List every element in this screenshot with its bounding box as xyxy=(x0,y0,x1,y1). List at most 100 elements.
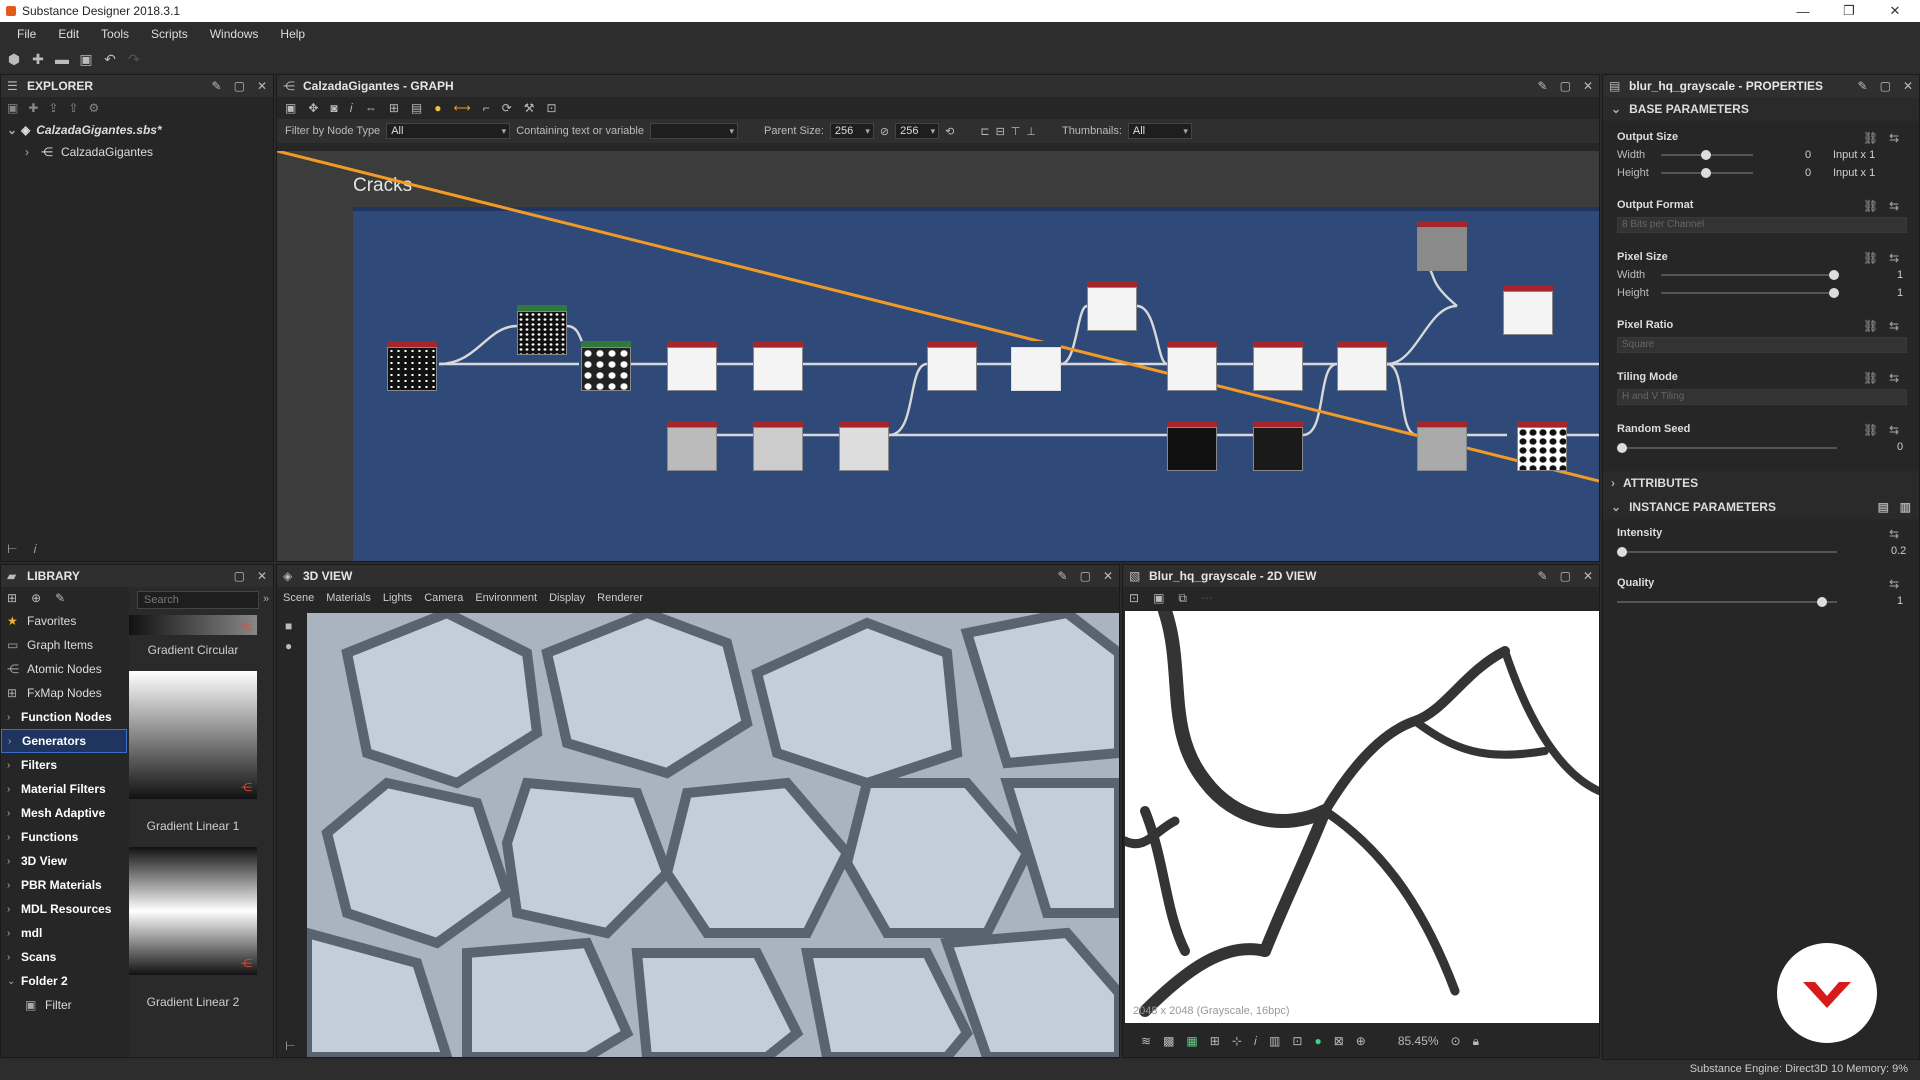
lib-cat-mdl-resources[interactable]: › MDL Resources xyxy=(1,897,127,921)
expand-icon[interactable]: » xyxy=(263,593,269,605)
graph-node[interactable] xyxy=(1503,285,1553,335)
float-icon[interactable]: ▢ xyxy=(1080,569,1091,583)
undo-icon[interactable]: ↶ xyxy=(102,51,118,67)
thumb-gradient-linear-1[interactable] xyxy=(129,671,257,799)
graph-node[interactable] xyxy=(1087,281,1137,331)
lib-cat-folder-2[interactable]: ⌄ Folder 2 xyxy=(1,969,127,993)
chevron-right-icon[interactable]: › xyxy=(25,145,41,159)
comment-icon[interactable]: ▤ xyxy=(411,101,422,115)
publish-icon[interactable]: ⇧ xyxy=(68,101,78,115)
export-icon[interactable]: ⊡ xyxy=(1292,1034,1302,1048)
zoom-value[interactable]: 85.45% xyxy=(1398,1034,1439,1048)
link-icon[interactable]: ⛓ xyxy=(1863,371,1878,385)
relative-icon[interactable]: ⇆ xyxy=(1889,319,1899,333)
wrench-icon[interactable]: ⚒ xyxy=(524,101,535,115)
close-icon[interactable]: ✕ xyxy=(1583,569,1593,583)
lib-cat-favorites[interactable]: ★ Favorites xyxy=(1,609,127,633)
color-icon[interactable]: ● xyxy=(1314,1034,1321,1048)
pin-node-icon[interactable]: ⌐ xyxy=(483,101,490,115)
library-search-input[interactable]: Search xyxy=(137,591,259,609)
thumb-partial[interactable] xyxy=(129,615,257,635)
quality-value[interactable]: 1 xyxy=(1897,595,1903,607)
link-icon[interactable]: ⊘ xyxy=(880,125,889,138)
uv-icon[interactable]: ⋯ xyxy=(1201,591,1213,605)
random-seed-slider[interactable] xyxy=(1617,443,1837,453)
new-graph-icon[interactable]: ✚ xyxy=(30,51,46,67)
graph-node[interactable] xyxy=(1253,341,1303,391)
menu-camera[interactable]: Camera xyxy=(424,592,463,604)
pin-icon[interactable]: ✎ xyxy=(212,79,222,93)
zoom-icon[interactable]: ⊙ xyxy=(1451,1034,1461,1048)
output-format-select[interactable]: 8 Bits per Channel xyxy=(1617,217,1907,233)
edit-icon[interactable]: ✎ xyxy=(55,591,65,605)
chevron-down-icon[interactable]: ⌄ xyxy=(7,123,21,137)
graph-node[interactable] xyxy=(581,341,631,391)
save-icon[interactable]: ▣ xyxy=(78,51,94,67)
menu-environment[interactable]: Environment xyxy=(475,592,537,604)
pin-icon[interactable]: ✎ xyxy=(1538,569,1548,583)
link-icon[interactable]: ⛓ xyxy=(1863,319,1878,333)
info-icon[interactable]: 𝑖 xyxy=(33,542,36,557)
pin-icon[interactable]: ✎ xyxy=(1538,79,1548,93)
lib-cat-mdl[interactable]: › mdl xyxy=(1,921,127,945)
menu-edit[interactable]: Edit xyxy=(47,27,90,41)
tile-icon[interactable]: ⊹ xyxy=(1232,1034,1242,1048)
align-left-icon[interactable]: ⊏ xyxy=(980,125,989,138)
tree-package[interactable]: ⌄ ◈ CalzadaGigantes.sbs* xyxy=(1,119,273,141)
pin-icon[interactable]: ✎ xyxy=(1058,569,1068,583)
reset-icon[interactable]: ⟲ xyxy=(945,125,954,138)
channels-icon[interactable]: ▦ xyxy=(1186,1034,1197,1048)
graph-node[interactable] xyxy=(927,341,977,391)
camera-icon[interactable]: ◙ xyxy=(330,101,337,115)
output-height-value[interactable]: 0 xyxy=(1805,167,1811,179)
graph-node[interactable] xyxy=(753,341,803,391)
relative-icon[interactable]: ⇆ xyxy=(1889,423,1899,437)
random-seed-value[interactable]: 0 xyxy=(1897,441,1903,453)
layout-icon[interactable]: ⊞ xyxy=(389,101,399,115)
filter-select[interactable]: All xyxy=(386,123,511,139)
refresh-icon[interactable]: ⟳ xyxy=(502,101,512,115)
relative-icon[interactable]: ⇆ xyxy=(1889,371,1899,385)
lib-cat-generators[interactable]: › Generators xyxy=(1,729,127,753)
histogram-icon[interactable]: ▥ xyxy=(1269,1034,1280,1048)
float-icon[interactable]: ▢ xyxy=(234,569,245,583)
float-icon[interactable]: ▢ xyxy=(1560,79,1571,93)
menu-windows[interactable]: Windows xyxy=(199,27,270,41)
output-width-value[interactable]: 0 xyxy=(1805,149,1811,161)
relative-icon[interactable]: ⇆ xyxy=(1889,131,1899,145)
graph-node[interactable] xyxy=(387,341,437,391)
save-icon[interactable]: ▣ xyxy=(1153,591,1164,605)
align-icon[interactable]: ⇔ xyxy=(365,101,377,115)
lib-cat-graph-items[interactable]: ▭ Graph Items xyxy=(1,633,127,657)
layers-icon[interactable]: ≋ xyxy=(1141,1034,1151,1048)
tree-icon[interactable]: ⊢ xyxy=(285,1039,295,1053)
graph-node[interactable] xyxy=(1517,421,1567,471)
output-height-mode[interactable]: Input x 1 xyxy=(1833,167,1875,179)
link-icon[interactable]: ⟷ xyxy=(453,101,470,115)
lib-cat-atomic-nodes[interactable]: ⋲ Atomic Nodes xyxy=(1,657,127,681)
graph-node[interactable] xyxy=(753,421,803,471)
menu-renderer[interactable]: Renderer xyxy=(597,592,643,604)
containing-select[interactable] xyxy=(649,123,738,139)
info-icon[interactable]: 𝑖 xyxy=(1254,1034,1257,1049)
graph-node[interactable] xyxy=(1337,341,1387,391)
new-package-icon[interactable]: ⬢ xyxy=(6,51,22,67)
menu-materials[interactable]: Materials xyxy=(326,592,371,604)
tree-graph[interactable]: › ⋲ CalzadaGigantes xyxy=(1,141,273,163)
add-folder-icon[interactable]: ⊞ xyxy=(7,591,17,605)
relative-icon[interactable]: ⇆ xyxy=(1889,577,1899,591)
copy-icon[interactable]: ⧉ xyxy=(1178,591,1187,606)
pixel-width-slider[interactable] xyxy=(1661,270,1839,280)
graph-node[interactable] xyxy=(1167,341,1217,391)
thumb-gradient-linear-2[interactable] xyxy=(129,847,257,975)
open-folder-icon[interactable]: ▬ xyxy=(54,51,70,67)
close-icon[interactable]: ✕ xyxy=(1103,569,1113,583)
lib-cat-pbr-materials[interactable]: › PBR Materials xyxy=(1,873,127,897)
view3d-viewport[interactable] xyxy=(307,613,1119,1057)
link-icon[interactable]: ⛓ xyxy=(1863,423,1878,437)
graph-node[interactable] xyxy=(667,341,717,391)
camera-icon[interactable]: ■ xyxy=(285,619,305,633)
pixel-width-value[interactable]: 1 xyxy=(1897,269,1903,281)
lock-icon[interactable]: 🔒︎ xyxy=(1473,1034,1479,1049)
quality-slider[interactable] xyxy=(1617,597,1837,607)
